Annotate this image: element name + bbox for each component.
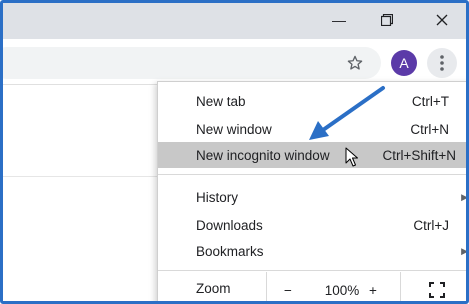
zoom-out-button[interactable]: −	[266, 272, 310, 301]
menu-item-shortcut: Ctrl+N	[410, 121, 449, 137]
menu-item-label: History	[196, 189, 239, 205]
close-window-button[interactable]	[419, 3, 465, 37]
zoom-in-button[interactable]: +	[358, 272, 388, 301]
chrome-menu-button[interactable]	[427, 48, 457, 78]
menu-item-label: Bookmarks	[196, 243, 264, 259]
title-bar: —	[3, 3, 466, 39]
fullscreen-icon	[428, 282, 445, 298]
menu-divider	[158, 270, 466, 271]
minimize-button[interactable]: —	[316, 3, 362, 37]
menu-item-label: New tab	[196, 93, 246, 109]
vertical-dots-icon	[440, 55, 444, 71]
close-icon	[436, 14, 448, 26]
menu-item-label: New window	[196, 121, 272, 137]
address-bar[interactable]	[3, 47, 381, 79]
restore-button[interactable]	[364, 3, 410, 37]
zoom-row: Zoom − 100% +	[158, 272, 466, 301]
profile-avatar[interactable]: A	[391, 50, 417, 76]
menu-item-new-window[interactable]: New window Ctrl+N	[158, 116, 466, 142]
plus-icon: +	[369, 282, 377, 298]
menu-item-history[interactable]: History ▶	[158, 184, 468, 210]
submenu-arrow-icon: ▶	[461, 191, 468, 202]
menu-item-shortcut: Ctrl+J	[413, 217, 449, 233]
chrome-dropdown-menu: New tab Ctrl+T New window Ctrl+N New inc…	[157, 81, 468, 301]
menu-item-new-tab[interactable]: New tab Ctrl+T	[158, 88, 466, 114]
zoom-value: 100%	[324, 282, 360, 298]
avatar-letter: A	[399, 55, 409, 71]
content-divider	[3, 176, 163, 177]
submenu-arrow-icon: ▶	[461, 245, 468, 256]
menu-item-shortcut: Ctrl+T	[411, 93, 449, 109]
menu-item-downloads[interactable]: Downloads Ctrl+J	[158, 212, 466, 238]
minimize-icon: —	[332, 12, 346, 28]
minus-icon: −	[284, 282, 292, 298]
browser-window: — A New tab Ctrl+T New window Ctrl+N New…	[0, 0, 469, 304]
menu-item-label: New incognito window	[196, 147, 330, 163]
star-icon	[347, 55, 363, 70]
browser-toolbar: A	[3, 39, 466, 85]
menu-item-bookmarks[interactable]: Bookmarks ▶	[158, 238, 468, 264]
bookmark-star-button[interactable]	[344, 52, 366, 74]
menu-item-label: Downloads	[196, 217, 263, 233]
restore-icon	[381, 14, 393, 26]
fullscreen-button[interactable]	[400, 272, 466, 301]
zoom-label: Zoom	[196, 281, 231, 296]
menu-item-shortcut: Ctrl+Shift+N	[382, 147, 456, 163]
menu-divider	[158, 174, 466, 175]
menu-item-new-incognito-window[interactable]: New incognito window Ctrl+Shift+N	[158, 142, 466, 168]
